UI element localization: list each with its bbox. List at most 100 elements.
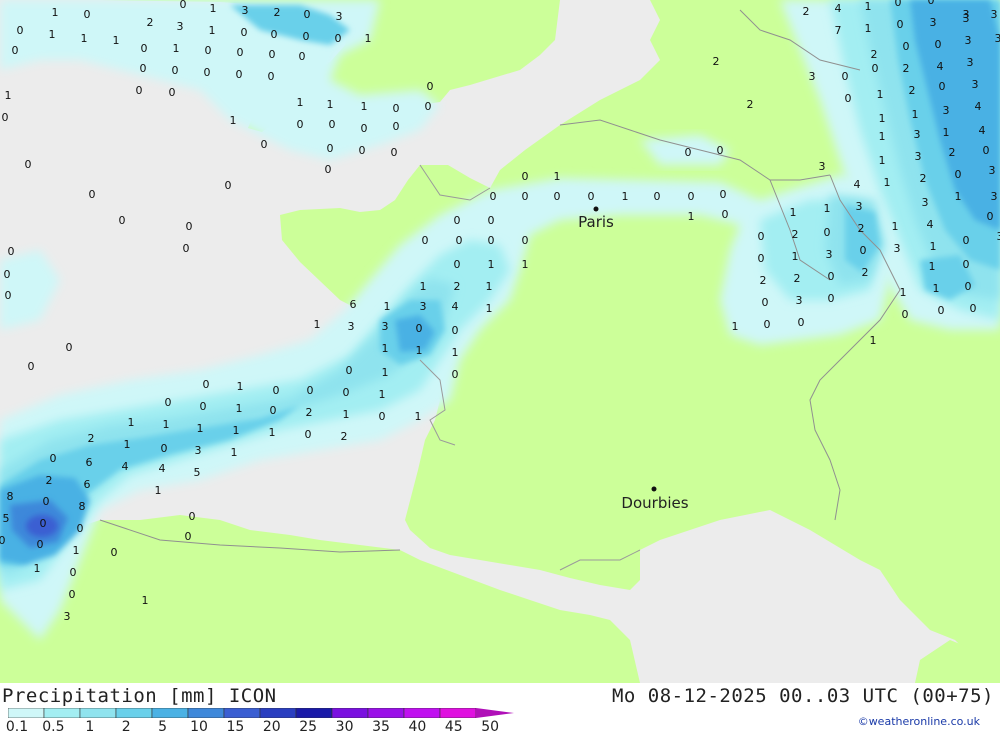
precip-value-label: 1 [877,88,884,101]
precip-value-label: 1 [955,190,962,203]
precip-value-label: 0 [522,190,529,203]
precip-value-label: 1 [870,334,877,347]
precip-value-label: 0 [717,144,724,157]
precip-value-label: 3 [242,4,249,17]
precipitation-map: 1 0 0 1 3 2 0 3 0 1 1 1 2 3 1 0 0 0 0 1 0 0 1 0 0 0 0 0 0 0 0 0 0 0 1 0 1 1 1 0… [0,0,1000,683]
precip-value-label: 0 [261,138,268,151]
precip-value-label: 1 [163,418,170,431]
precip-value-label: 1 [879,130,886,143]
precip-value-label: 1 [113,34,120,47]
precip-value-label: 0 [70,566,77,579]
precip-value-label: 0 [393,102,400,115]
precip-value-label: 1 [52,6,59,19]
precip-value-label: 0 [189,510,196,523]
precip-value-label: 1 [884,176,891,189]
precip-value-label: 2 [341,430,348,443]
color-legend-bar [8,708,518,718]
precip-value-label: 0 [983,144,990,157]
precip-value-label: 1 [382,342,389,355]
precip-value-label: 1 [73,544,80,557]
precip-value-label: 0 [327,142,334,155]
precip-value-label: 4 [835,2,842,15]
precip-value-label: 3 [382,320,389,333]
precip-value-label: 1 [792,250,799,263]
precip-value-label: 1 [865,22,872,35]
precip-value-label: 2 [760,274,767,287]
precip-value-label: 0 [273,384,280,397]
precip-value-label: 0 [43,495,50,508]
precip-value-label: 0 [180,0,187,11]
precip-value-label: 1 [343,408,350,421]
map-title: Precipitation [mm] ICON [2,685,277,707]
precip-value-label: 0 [141,42,148,55]
precip-value-label: 1 [314,318,321,331]
precip-value-label: 0 [111,546,118,559]
precip-value-label: 0 [939,80,946,93]
legend-swatch [80,708,116,718]
precip-value-label: 2 [862,266,869,279]
precip-value-label: 3 [826,248,833,261]
precip-value-label: 2 [713,55,720,68]
precip-value-label: 1 [233,424,240,437]
precip-value-label: 3 [195,444,202,457]
precip-value-label: 3 [943,104,950,117]
precip-value-label: 0 [897,18,904,31]
precip-value-label: 3 [991,8,998,21]
precip-value-label: 0 [4,268,11,281]
precip-value-label: 1 [34,562,41,575]
precip-value-label: 0 [84,8,91,21]
precip-value-label: 0 [161,442,168,455]
precip-value-label: 3 [963,12,970,25]
precip-value-label: 1 [879,154,886,167]
precip-value-label: 0 [452,368,459,381]
precip-value-label: 1 [900,286,907,299]
precip-value-label: 0 [165,396,172,409]
precip-value-label: 5 [3,512,10,525]
precip-value-label: 0 [186,220,193,233]
city-dot-paris [594,207,599,212]
precip-value-label: 0 [329,118,336,131]
precip-value-label: 0 [268,70,275,83]
precip-value-label: 1 [488,258,495,271]
precip-value-label: 3 [819,160,826,173]
precip-value-label: 3 [894,242,901,255]
precip-value-label: 0 [307,384,314,397]
precip-value-label: 0 [762,296,769,309]
credit-link[interactable]: ©weatheronline.co.uk [858,715,980,728]
precip-value-label: 0 [654,190,661,203]
precip-value-label: 2 [274,6,281,19]
precip-value-label: 0 [205,44,212,57]
precip-value-label: 0 [361,122,368,135]
precip-value-label: 8 [7,490,14,503]
precip-value-label: 1 [879,112,886,125]
precip-value-label: 2 [949,146,956,159]
precip-value-label: 1 [622,190,629,203]
precip-value-label: 0 [297,118,304,131]
precip-value-label: 1 [5,89,12,102]
precip-value-label: 0 [987,210,994,223]
precip-value-label: 1 [124,438,131,451]
city-dot-dourbies [652,487,657,492]
precip-value-label: 0 [425,100,432,113]
precip-value-label: 0 [828,292,835,305]
precip-value-label: 2 [792,228,799,241]
precip-value-label: 0 [359,144,366,157]
precip-value-label: 0 [270,404,277,417]
precip-value-label: 0 [172,64,179,77]
precip-value-label: 1 [361,100,368,113]
precip-value-label: 3 [809,70,816,83]
legend-swatch [368,708,404,718]
precip-value-label: 1 [236,402,243,415]
precip-value-label: 3 [914,128,921,141]
precip-value-label: 0 [903,40,910,53]
precip-value-label: 2 [909,84,916,97]
precip-value-label: 0 [970,302,977,315]
precip-value-label: 3 [995,32,1000,45]
precip-value-label: 0 [17,24,24,37]
precip-value-label: 1 [416,344,423,357]
precip-value-label: 0 [89,188,96,201]
precip-value-label: 1 [297,96,304,109]
precip-value-label: 0 [452,324,459,337]
legend-swatch [152,708,188,718]
precip-value-label: 0 [119,214,126,227]
